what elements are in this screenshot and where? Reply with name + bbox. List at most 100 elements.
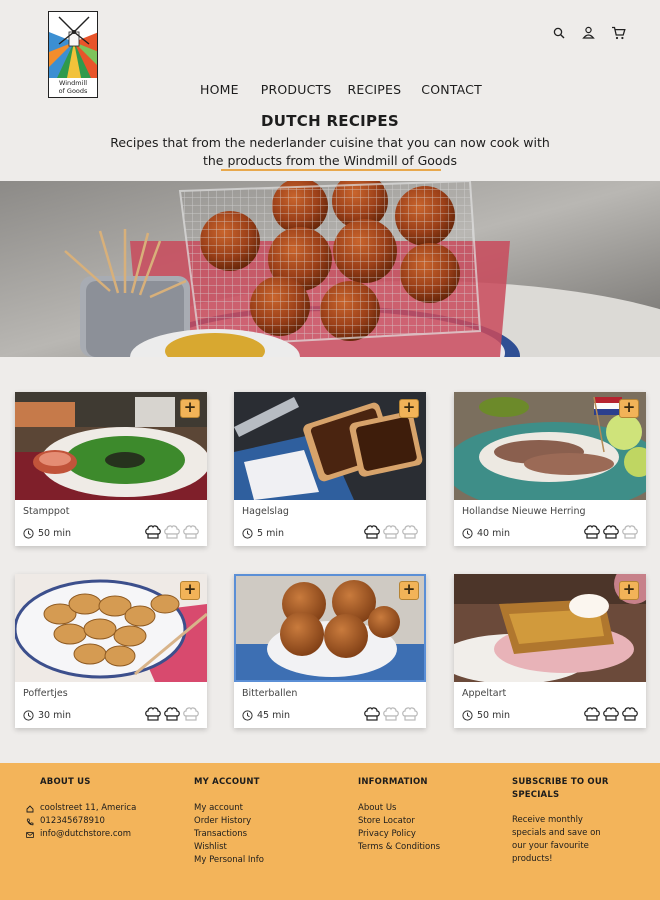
recipe-time-value: 45 min <box>257 710 291 721</box>
footer-link-personal-info[interactable]: My Personal Info <box>194 854 264 867</box>
clock-icon <box>242 710 253 721</box>
phone-icon <box>26 818 34 825</box>
footer-subscribe-heading: SUBSCRIBE TO OUR SPECIALS <box>512 777 609 800</box>
footer-link-wishlist[interactable]: Wishlist <box>194 841 264 854</box>
footer-about-heading: ABOUT US <box>40 777 91 787</box>
recipe-time: 30 min <box>23 710 71 721</box>
recipe-title: Bitterballen <box>242 688 298 699</box>
page-intro: Recipes that from the nederlander cuisin… <box>0 134 660 170</box>
header-actions <box>550 24 627 41</box>
chef-hat-empty-icon <box>402 707 418 721</box>
add-to-favorites-button[interactable]: + <box>619 581 639 600</box>
main-nav: HOME PRODUCTS RECIPES CONTACT <box>200 82 482 97</box>
nav-products[interactable]: PRODUCTS <box>261 82 332 97</box>
clock-icon <box>462 528 473 539</box>
footer-information-heading: INFORMATION <box>358 777 428 787</box>
recipe-card[interactable]: + Appeltart 50 min <box>454 574 646 728</box>
chef-hat-filled-icon <box>603 525 619 539</box>
nav-home[interactable]: HOME <box>200 82 239 97</box>
nav-contact[interactable]: CONTACT <box>421 82 482 97</box>
intro-line-1: Recipes that from the nederlander cuisin… <box>110 135 550 150</box>
page-title: DUTCH RECIPES <box>261 112 399 130</box>
recipe-time: 40 min <box>462 528 510 539</box>
recipe-title: Appeltart <box>462 688 507 699</box>
difficulty-rating <box>363 706 419 722</box>
chef-hat-filled-icon <box>164 707 180 721</box>
footer-link-store-locator[interactable]: Store Locator <box>358 815 440 828</box>
recipe-title: Hollandse Nieuwe Herring <box>462 506 586 517</box>
clock-icon <box>23 528 34 539</box>
footer-link-my-account[interactable]: My account <box>194 802 264 815</box>
recipe-card[interactable]: + Bitterballen 45 min <box>234 574 426 728</box>
footer-information: INFORMATION About Us Store Locator Priva… <box>358 776 440 854</box>
recipe-time-value: 50 min <box>477 710 511 721</box>
recipe-title: Poffertjes <box>23 688 68 699</box>
windmill-logo-icon <box>49 12 97 78</box>
recipe-time-value: 50 min <box>38 528 72 539</box>
recipe-image-bitterballen: + <box>234 574 426 682</box>
cart-icon[interactable] <box>610 24 627 41</box>
recipe-image-stamppot: + <box>15 392 207 500</box>
recipe-time: 45 min <box>242 710 290 721</box>
recipe-title: Hagelslag <box>242 506 289 517</box>
search-icon[interactable] <box>550 24 567 41</box>
difficulty-rating <box>144 706 200 722</box>
intro-underline <box>221 169 441 171</box>
footer-account: MY ACCOUNT My account Order History Tran… <box>194 776 264 867</box>
recipe-card[interactable]: + Hollandse Nieuwe Herring 40 min <box>454 392 646 546</box>
add-to-favorites-button[interactable]: + <box>180 399 200 418</box>
add-to-favorites-button[interactable]: + <box>180 581 200 600</box>
recipe-time-value: 30 min <box>38 710 72 721</box>
chef-hat-filled-icon <box>622 707 638 721</box>
footer-link-about-us[interactable]: About Us <box>358 802 440 815</box>
recipe-image-hagelslag: + <box>234 392 426 500</box>
difficulty-rating <box>583 524 639 540</box>
difficulty-rating <box>583 706 639 722</box>
chef-hat-filled-icon <box>584 525 600 539</box>
recipe-image-appeltart: + <box>454 574 646 682</box>
recipe-image-herring: + <box>454 392 646 500</box>
footer: ABOUT US coolstreet 11, America 01234567… <box>0 763 660 900</box>
footer-subscribe-text: Receive monthly specials and save on our… <box>512 815 601 864</box>
footer-subscribe: SUBSCRIBE TO OUR SPECIALS Receive monthl… <box>512 776 612 866</box>
chef-hat-empty-icon <box>402 525 418 539</box>
difficulty-rating <box>144 524 200 540</box>
nav-recipes[interactable]: RECIPES <box>347 82 401 97</box>
user-icon[interactable] <box>580 24 597 41</box>
recipe-card[interactable]: + Stamppot 50 min <box>15 392 207 546</box>
add-to-favorites-button[interactable]: + <box>619 399 639 418</box>
footer-about: ABOUT US coolstreet 11, America 01234567… <box>26 776 136 841</box>
chef-hat-filled-icon <box>145 525 161 539</box>
logo[interactable]: Windmill of Goods <box>48 11 98 98</box>
clock-icon <box>23 710 34 721</box>
chef-hat-filled-icon <box>364 707 380 721</box>
home-icon <box>26 804 34 812</box>
chef-hat-empty-icon <box>622 525 638 539</box>
clock-icon <box>242 528 253 539</box>
logo-text: Windmill of Goods <box>58 79 88 95</box>
chef-hat-filled-icon <box>603 707 619 721</box>
footer-link-terms[interactable]: Terms & Conditions <box>358 841 440 854</box>
mail-icon <box>26 831 34 838</box>
recipe-time: 5 min <box>242 528 284 539</box>
chef-hat-filled-icon <box>145 707 161 721</box>
recipe-time: 50 min <box>23 528 71 539</box>
add-to-favorites-button[interactable]: + <box>399 399 419 418</box>
footer-phone: 012345678910 <box>26 815 136 828</box>
chef-hat-empty-icon <box>383 707 399 721</box>
recipe-time-value: 5 min <box>257 528 284 539</box>
recipe-card[interactable]: + Poffertjes 30 min <box>15 574 207 728</box>
chef-hat-empty-icon <box>164 525 180 539</box>
intro-line-2: the products from the Windmill of Goods <box>202 153 458 168</box>
chef-hat-filled-icon <box>584 707 600 721</box>
hero-image <box>0 181 660 357</box>
footer-link-transactions[interactable]: Transactions <box>194 828 264 841</box>
chef-hat-filled-icon <box>364 525 380 539</box>
footer-link-order-history[interactable]: Order History <box>194 815 264 828</box>
footer-link-privacy-policy[interactable]: Privacy Policy <box>358 828 440 841</box>
chef-hat-empty-icon <box>183 525 199 539</box>
recipe-card[interactable]: + Hagelslag 5 min <box>234 392 426 546</box>
chef-hat-empty-icon <box>183 707 199 721</box>
add-to-favorites-button[interactable]: + <box>399 581 419 600</box>
footer-email: info@dutchstore.com <box>26 828 136 841</box>
